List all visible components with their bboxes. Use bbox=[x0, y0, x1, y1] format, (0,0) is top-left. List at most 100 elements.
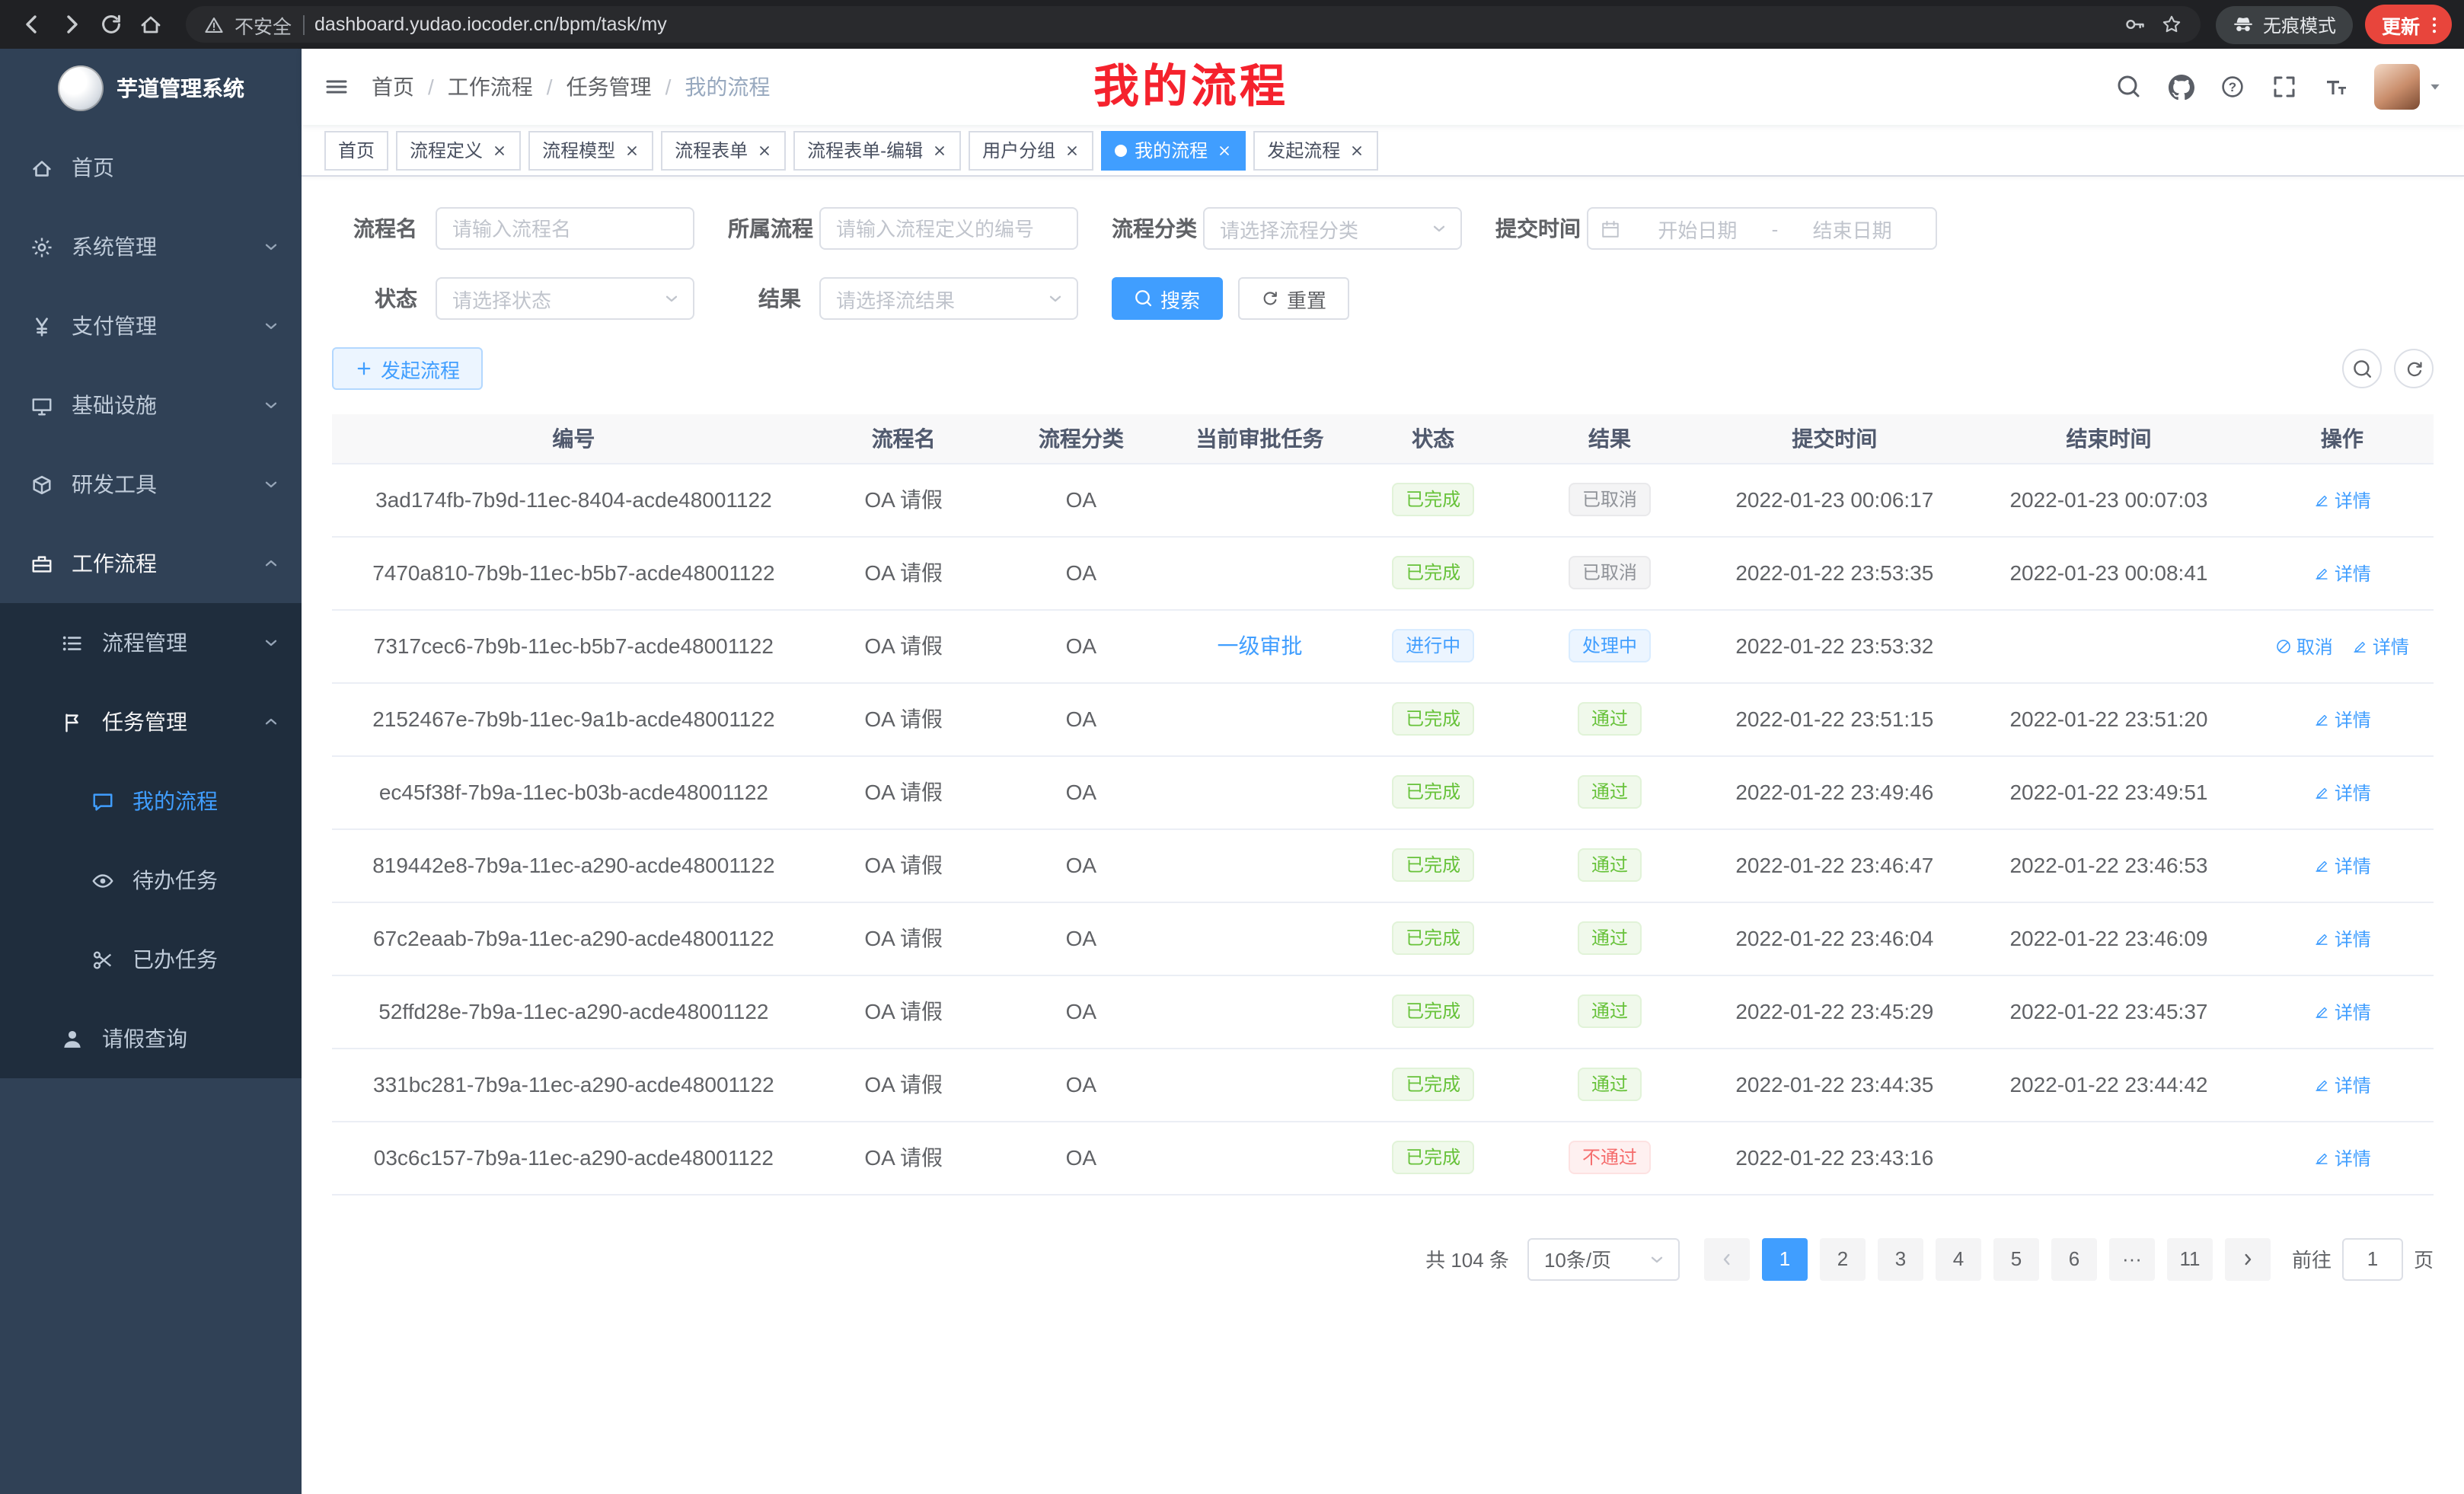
sidebar-item-11[interactable]: 请假查询 bbox=[0, 999, 302, 1078]
page-jump-input[interactable] bbox=[2342, 1237, 2403, 1280]
detail-link[interactable]: 详情 bbox=[2313, 852, 2371, 878]
process-key-input[interactable] bbox=[819, 207, 1078, 250]
cell-id: 52ffd28e-7b9a-11ec-a290-acde48001122 bbox=[332, 975, 815, 1048]
breadcrumb-item-home[interactable]: 首页 bbox=[372, 72, 414, 102]
pager-page-6[interactable]: 6 bbox=[2051, 1237, 2097, 1280]
chat-icon bbox=[91, 790, 114, 812]
fullscreen-button[interactable] bbox=[2258, 61, 2310, 113]
detail-link[interactable]: 详情 bbox=[2351, 633, 2409, 659]
user-menu[interactable] bbox=[2374, 64, 2443, 110]
sidebar-item-0[interactable]: 首页 bbox=[0, 128, 302, 207]
action-label: 详情 bbox=[2373, 633, 2409, 659]
cancel-link[interactable]: 取消 bbox=[2275, 633, 2333, 659]
detail-link[interactable]: 详情 bbox=[2313, 1144, 2371, 1170]
result-select[interactable]: 请选择流结果 bbox=[819, 277, 1078, 320]
cube-icon bbox=[30, 473, 53, 496]
status-tag: 已完成 bbox=[1392, 921, 1474, 955]
bookmark-star-icon[interactable] bbox=[2161, 14, 2182, 35]
search-button[interactable]: 搜索 bbox=[1112, 277, 1223, 320]
sidebar-item-2[interactable]: 支付管理 bbox=[0, 286, 302, 366]
browser-reload-button[interactable] bbox=[91, 5, 131, 44]
pagination-next-button[interactable] bbox=[2225, 1237, 2271, 1280]
sidebar-item-6[interactable]: 流程管理 bbox=[0, 603, 302, 682]
sidebar-toggle-button[interactable] bbox=[302, 49, 372, 125]
tab-close-icon[interactable] bbox=[624, 142, 640, 158]
create-process-button[interactable]: 发起流程 bbox=[332, 347, 483, 390]
detail-link[interactable]: 详情 bbox=[2313, 487, 2371, 512]
tab-7[interactable]: 发起流程 bbox=[1253, 130, 1378, 170]
sidebar-item-10[interactable]: 已办任务 bbox=[0, 920, 302, 999]
address-bar[interactable]: 不安全 dashboard.yudao.iocoder.cn/bpm/task/… bbox=[186, 6, 2201, 43]
cell-id: 7470a810-7b9b-11ec-b5b7-acde48001122 bbox=[332, 536, 815, 609]
pager-more[interactable]: ··· bbox=[2109, 1237, 2155, 1280]
result-placeholder: 请选择流结果 bbox=[836, 284, 955, 313]
tab-close-icon[interactable] bbox=[1217, 142, 1232, 158]
cell-status: 已完成 bbox=[1349, 975, 1518, 1048]
cell-end-time bbox=[1967, 609, 2251, 682]
cell-result: 处理中 bbox=[1518, 609, 1703, 682]
category-select[interactable]: 请选择流程分类 bbox=[1203, 207, 1462, 250]
browser-home-button[interactable] bbox=[131, 5, 171, 44]
pager-page-4[interactable]: 4 bbox=[1936, 1237, 1981, 1280]
help-button[interactable]: ? bbox=[2207, 61, 2258, 113]
process-name-input[interactable] bbox=[436, 207, 694, 250]
detail-link[interactable]: 详情 bbox=[2313, 1071, 2371, 1097]
tab-0[interactable]: 首页 bbox=[324, 130, 388, 170]
header-search-button[interactable] bbox=[2103, 61, 2155, 113]
tab-close-icon[interactable] bbox=[932, 142, 947, 158]
pager-page-3[interactable]: 3 bbox=[1878, 1237, 1923, 1280]
refresh-table-button[interactable] bbox=[2394, 349, 2434, 388]
cell-id: 3ad174fb-7b9d-11ec-8404-acde48001122 bbox=[332, 463, 815, 536]
github-button[interactable] bbox=[2155, 61, 2207, 113]
breadcrumb-item-workflow[interactable]: 工作流程 bbox=[448, 72, 533, 102]
tab-6[interactable]: 我的流程 bbox=[1101, 130, 1246, 170]
sidebar-item-5[interactable]: 工作流程 bbox=[0, 524, 302, 603]
caret-down-icon bbox=[2427, 79, 2443, 94]
sidebar-item-9[interactable]: 待办任务 bbox=[0, 841, 302, 920]
sidebar-item-1[interactable]: 系统管理 bbox=[0, 207, 302, 286]
omnibox-divider bbox=[302, 14, 304, 34]
reset-button[interactable]: 重置 bbox=[1238, 277, 1349, 320]
tab-close-icon[interactable] bbox=[1064, 142, 1080, 158]
detail-link[interactable]: 详情 bbox=[2313, 998, 2371, 1024]
detail-link[interactable]: 详情 bbox=[2313, 706, 2371, 732]
cell-actions: 详情 bbox=[2251, 902, 2434, 975]
tab-close-icon[interactable] bbox=[757, 142, 772, 158]
tab-4[interactable]: 流程表单-编辑 bbox=[793, 130, 961, 170]
filter-submit-time: 提交时间 开始日期 - 结束日期 bbox=[1495, 207, 1937, 250]
detail-link[interactable]: 详情 bbox=[2313, 560, 2371, 586]
browser-forward-button[interactable] bbox=[52, 5, 91, 44]
pager-page-5[interactable]: 5 bbox=[1993, 1237, 2039, 1280]
sidebar-item-7[interactable]: 任务管理 bbox=[0, 682, 302, 761]
sidebar-item-3[interactable]: 基础设施 bbox=[0, 366, 302, 445]
cell-name: OA 请假 bbox=[815, 536, 992, 609]
cell-actions: 详情 bbox=[2251, 536, 2434, 609]
tab-5[interactable]: 用户分组 bbox=[969, 130, 1093, 170]
tab-close-icon[interactable] bbox=[492, 142, 507, 158]
browser-back-button[interactable] bbox=[12, 5, 52, 44]
sidebar-item-8[interactable]: 我的流程 bbox=[0, 761, 302, 841]
pager-page-2[interactable]: 2 bbox=[1820, 1237, 1866, 1280]
detail-link[interactable]: 详情 bbox=[2313, 925, 2371, 951]
tab-1[interactable]: 流程定义 bbox=[396, 130, 521, 170]
col-status: 状态 bbox=[1349, 414, 1518, 463]
pager-page-11[interactable]: 11 bbox=[2167, 1237, 2213, 1280]
toggle-search-button[interactable] bbox=[2342, 349, 2382, 388]
pagination-prev-button[interactable] bbox=[1704, 1237, 1750, 1280]
detail-link[interactable]: 详情 bbox=[2313, 779, 2371, 805]
cell-id: 03c6c157-7b9a-11ec-a290-acde48001122 bbox=[332, 1121, 815, 1194]
font-size-button[interactable] bbox=[2310, 61, 2362, 113]
browser-update-menu-button[interactable]: 更新 bbox=[2365, 5, 2452, 44]
breadcrumb-item-task[interactable]: 任务管理 bbox=[567, 72, 652, 102]
pager-page-1[interactable]: 1 bbox=[1762, 1237, 1808, 1280]
tab-3[interactable]: 流程表单 bbox=[661, 130, 786, 170]
key-icon[interactable] bbox=[2124, 14, 2146, 35]
submit-time-range-picker[interactable]: 开始日期 - 结束日期 bbox=[1587, 207, 1937, 250]
page-size-select[interactable]: 10条/页 bbox=[1527, 1237, 1680, 1280]
tab-close-icon[interactable] bbox=[1349, 142, 1364, 158]
tab-2[interactable]: 流程模型 bbox=[528, 130, 653, 170]
sidebar-item-4[interactable]: 研发工具 bbox=[0, 445, 302, 524]
current-task-link[interactable]: 一级审批 bbox=[1217, 634, 1302, 658]
status-select[interactable]: 请选择状态 bbox=[436, 277, 694, 320]
edit-icon bbox=[2313, 564, 2330, 581]
